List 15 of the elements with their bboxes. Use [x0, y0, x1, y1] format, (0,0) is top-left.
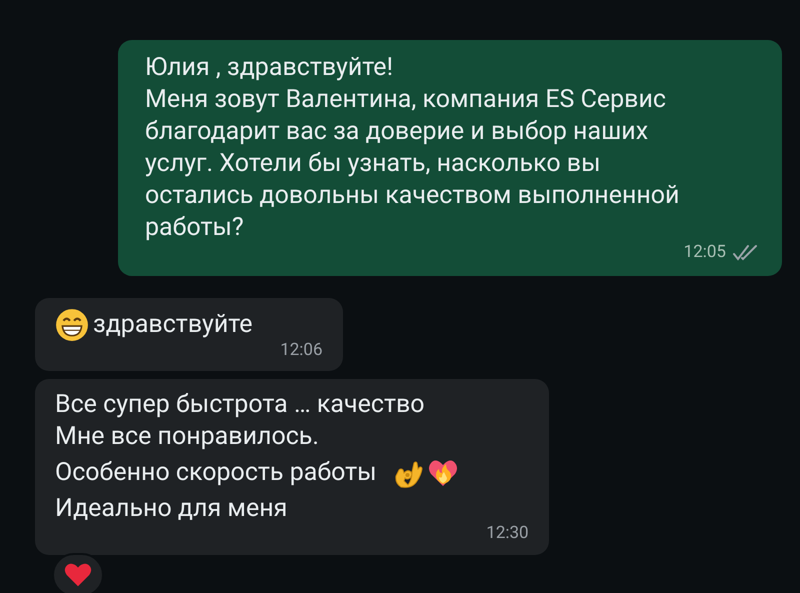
grinning-face-icon	[55, 308, 89, 342]
message-text: работы?	[145, 212, 244, 244]
message-time: 12:30	[486, 522, 529, 545]
message-text: услуг. Хотели бы узнать, насколько вы	[145, 148, 600, 180]
message-text: Мне все понравилось.	[55, 421, 319, 453]
message-text: Юлия , здравствуйте!	[145, 52, 394, 84]
message-time: 12:05	[684, 241, 726, 264]
message-text: Все супер быстрота … качество	[55, 389, 425, 421]
message-text: Меня зовут Валентина, компания ES Сервис	[145, 84, 666, 116]
message-text: Особенно скорость работы	[55, 457, 377, 489]
message-text: Идеально для меня	[55, 493, 288, 525]
message-text: остались довольны качеством выполненной	[145, 180, 680, 212]
message-text: благодарит вас за доверие и выбор наших	[145, 116, 648, 148]
message-text: здравствуйте	[93, 308, 253, 340]
message-time: 12:06	[280, 338, 323, 362]
